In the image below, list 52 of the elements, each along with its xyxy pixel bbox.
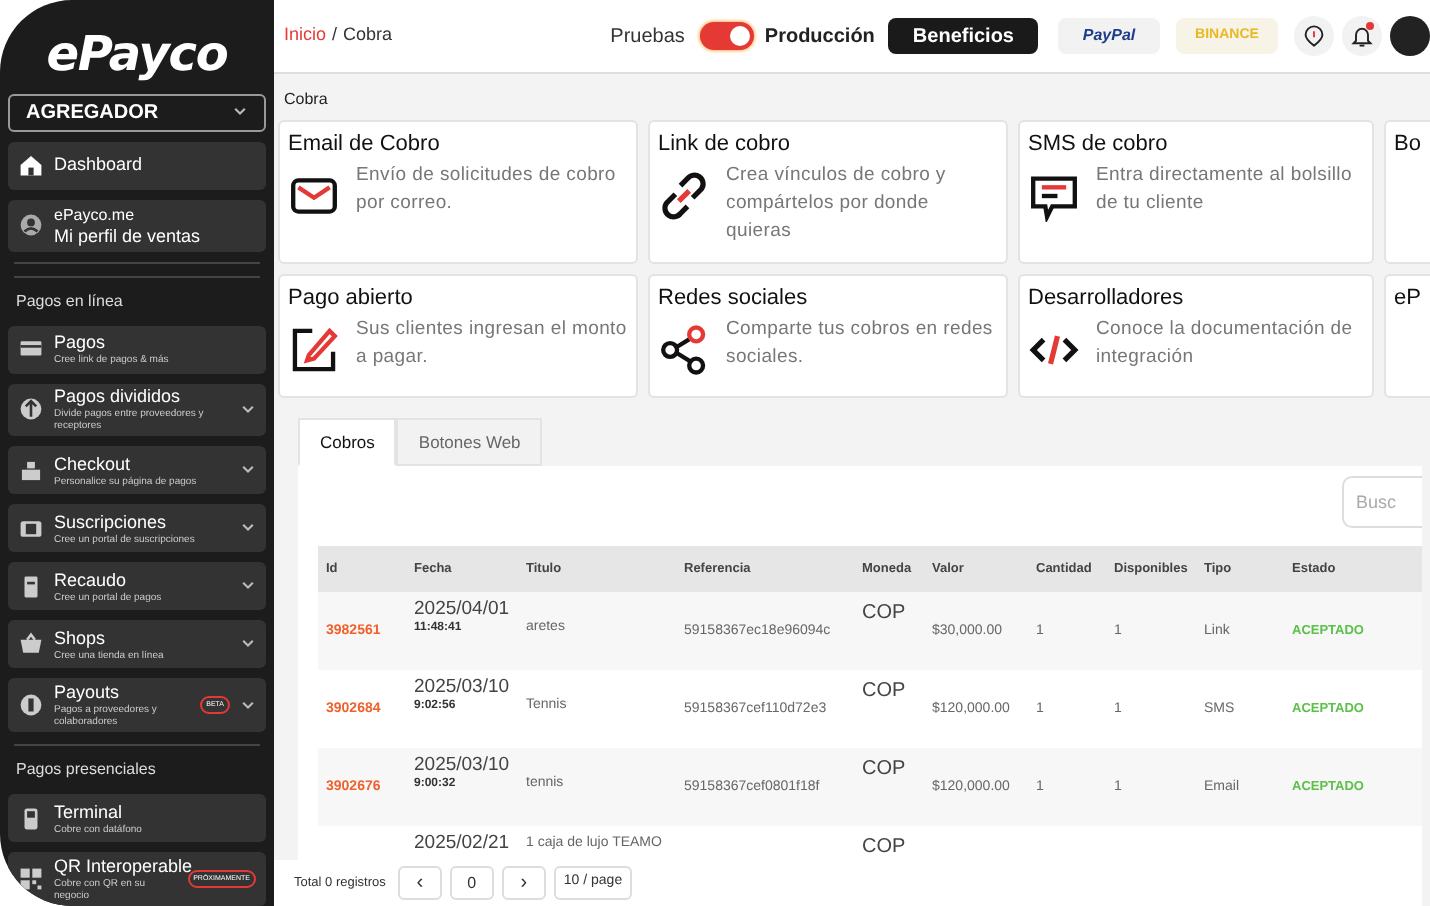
feature-card[interactable]: eP xyxy=(1384,274,1430,398)
chain-link-icon xyxy=(658,170,710,222)
previous-page-button[interactable]: ‹ xyxy=(397,866,442,900)
notifications-button[interactable] xyxy=(1342,16,1382,56)
table-cell-text: 2025/03/10 xyxy=(414,754,512,776)
table-cell-text: 2025/03/10 xyxy=(414,676,512,698)
tab[interactable]: Cobros xyxy=(298,418,397,466)
pencil-square-icon xyxy=(288,324,340,376)
caret-icon xyxy=(232,104,248,121)
feature-card[interactable]: Email de Cobro Envío de solicitudes de cobro por correo. xyxy=(278,120,638,264)
environment-label: Producción xyxy=(764,23,875,51)
table-cell-text: 2025/04/01 xyxy=(414,598,512,620)
logo: ePayco xyxy=(46,25,228,82)
table-cell-text: COP xyxy=(862,756,908,784)
avatar xyxy=(1390,16,1430,56)
person-icon xyxy=(18,212,44,239)
search-field[interactable]: Busc xyxy=(1342,476,1422,528)
environment-toggle[interactable] xyxy=(700,22,755,50)
coin-icon xyxy=(18,692,44,719)
info-button[interactable] xyxy=(1294,16,1334,56)
share-icon xyxy=(658,324,710,376)
environment-label: Pruebas xyxy=(610,23,685,51)
basket-icon xyxy=(18,631,44,658)
feature-card[interactable]: Desarrolladores Conoce la documentación de integración xyxy=(1018,274,1374,398)
menu-item[interactable]: Dashboard xyxy=(8,141,266,190)
table-cell-text: COP xyxy=(862,834,908,862)
house-icon xyxy=(18,152,44,179)
section-heading: Pagos presenciales xyxy=(14,758,158,783)
feature-card[interactable]: Link de cobro Crea vínculos de cobro y compártelos por donde quieras xyxy=(648,120,1008,264)
feature-card[interactable]: Bo xyxy=(1384,120,1430,264)
section-title: Cobra xyxy=(282,88,330,112)
menu-item[interactable]: ePayco.me Mi perfil de ventas xyxy=(8,199,266,251)
breadcrumb-link[interactable]: Inicio xyxy=(284,22,327,50)
feature-card[interactable]: Pago abierto Sus clientes ingresan el monto a pagar. xyxy=(278,274,638,398)
benefits-button[interactable]: Beneficios xyxy=(888,18,1038,54)
qr-code-icon xyxy=(18,866,44,893)
paypal-button[interactable]: PayPal xyxy=(1058,18,1160,54)
feature-card[interactable]: SMS de cobro Entra directamente al bolsillo de tu cliente xyxy=(1018,120,1374,264)
table-cell-text: COP xyxy=(862,678,908,706)
next-page-button[interactable]: › xyxy=(501,866,546,900)
pin-icon xyxy=(1302,24,1326,48)
account-dropdown[interactable]: AGREGADOR xyxy=(8,93,266,132)
table-cell-text: COP xyxy=(862,600,908,628)
feature-card[interactable]: Redes sociales Comparte tus cobros en redes sociales. xyxy=(648,274,1008,398)
section-heading: Pagos en línea xyxy=(14,289,125,314)
page-button[interactable]: 0 xyxy=(449,866,494,900)
breadcrumb-separator: / xyxy=(332,22,338,49)
breadcrumb-current: Cobra xyxy=(343,22,393,49)
card-icon xyxy=(18,336,44,362)
bell-icon xyxy=(1350,24,1374,48)
tab[interactable]: Botones Web xyxy=(396,418,543,466)
table-cell-text: 2025/02/21 xyxy=(414,832,512,854)
